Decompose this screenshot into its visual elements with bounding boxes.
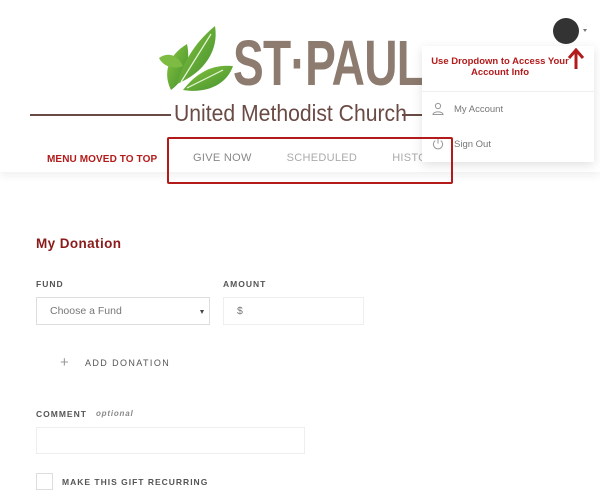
user-avatar[interactable] [553, 18, 579, 44]
arrow-up-icon [567, 48, 585, 69]
dropdown-annotation: Use Dropdown to Access Your Account Info [431, 56, 569, 78]
fund-select-value: Choose a Fund [50, 305, 122, 317]
dropdown-divider [422, 91, 594, 92]
add-donation-button[interactable]: + ADD DONATION [60, 354, 171, 371]
nav-give-now[interactable]: GIVE NOW [193, 152, 252, 164]
logo-subtitle: United Methodist Church [174, 100, 407, 126]
user-icon [432, 102, 444, 115]
power-icon [432, 138, 444, 150]
fund-select[interactable]: Choose a Fund [36, 297, 210, 325]
add-donation-label: ADD DONATION [85, 358, 171, 368]
logo-title: ST·PAUL [233, 27, 425, 99]
currency-prefix: $ [237, 305, 243, 317]
page-title: My Donation [36, 236, 122, 251]
amount-input[interactable] [248, 299, 360, 323]
menu-moved-annotation: MENU MOVED TO TOP [47, 154, 158, 165]
plus-icon: + [60, 354, 69, 371]
recurring-checkbox[interactable] [36, 473, 53, 490]
logo-rule-left [30, 114, 171, 116]
amount-field[interactable]: $ [223, 297, 364, 325]
chevron-down-icon[interactable] [583, 29, 587, 32]
menu-item-my-account[interactable]: My Account [422, 97, 594, 121]
logo-rule-right [402, 114, 422, 116]
menu-item-sign-out[interactable]: Sign Out [422, 132, 594, 156]
leaves-icon [159, 26, 233, 91]
comment-input[interactable] [37, 428, 304, 453]
comment-label: COMMENT [36, 409, 87, 419]
sign-out-label: Sign Out [454, 138, 491, 150]
amount-label: AMOUNT [223, 279, 267, 289]
my-account-label: My Account [454, 103, 504, 115]
chevron-down-icon [200, 310, 204, 314]
nav-scheduled[interactable]: SCHEDULED [287, 152, 358, 164]
optional-hint: optional [96, 409, 134, 418]
recurring-option[interactable]: MAKE THIS GIFT RECURRING [36, 473, 208, 490]
fund-label: FUND [36, 279, 64, 289]
comment-field[interactable] [36, 427, 305, 454]
recurring-label: MAKE THIS GIFT RECURRING [62, 476, 209, 487]
